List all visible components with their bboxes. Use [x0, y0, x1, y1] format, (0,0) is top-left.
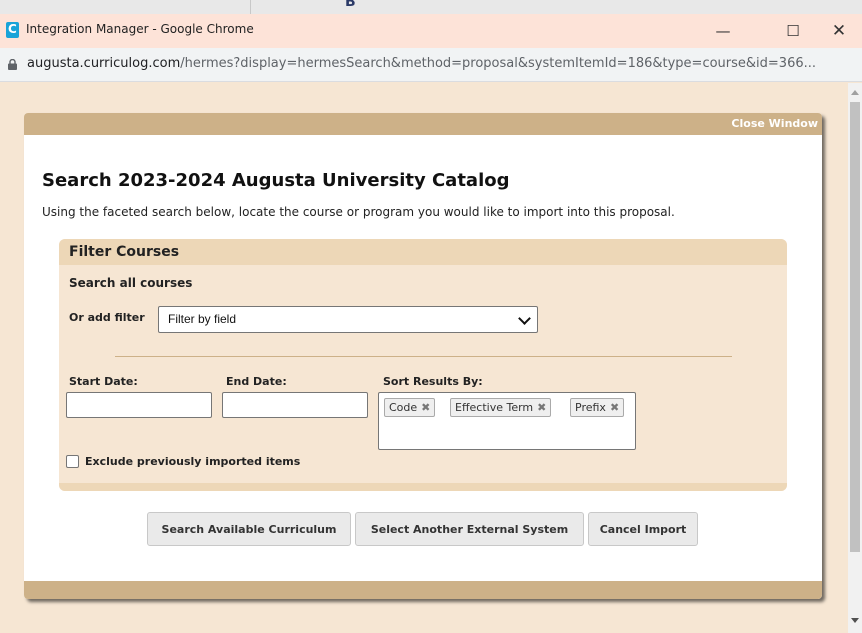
add-filter-label: Or add filter	[69, 311, 145, 324]
scroll-down-arrow-icon[interactable]	[851, 618, 859, 623]
address-bar[interactable]: augusta.curriculog.com/hermes?display=he…	[0, 48, 862, 82]
background-divider	[250, 0, 251, 14]
minimize-button[interactable]: —	[700, 14, 746, 48]
scrollbar-thumb[interactable]	[850, 102, 860, 552]
filter-courses-panel: Filter Courses Search all courses Or add…	[59, 239, 787, 491]
window-titlebar[interactable]: C Integration Manager - Google Chrome — …	[0, 14, 862, 48]
chevron-down-icon	[518, 312, 531, 325]
background-glyph: B	[345, 0, 356, 10]
sort-tag-label: Code	[389, 401, 418, 414]
page-title: Search 2023-2024 Augusta University Cata…	[42, 170, 510, 191]
close-window-link[interactable]: Close Window	[731, 117, 818, 130]
sort-tag-label: Effective Term	[455, 401, 534, 414]
search-all-courses-link[interactable]: Search all courses	[69, 276, 192, 290]
import-modal: Close Window Search 2023-2024 Augusta Un…	[24, 113, 822, 599]
cancel-import-button[interactable]: Cancel Import	[588, 512, 698, 546]
modal-header: Close Window	[24, 113, 822, 135]
remove-tag-icon[interactable]: ✖	[537, 401, 546, 414]
page-description: Using the faceted search below, locate t…	[42, 205, 675, 219]
maximize-button[interactable]: ☐	[770, 14, 816, 48]
filter-select-value: Filter by field	[168, 312, 237, 326]
sort-results-box[interactable]: Code ✖ Effective Term ✖ Prefix ✖	[378, 392, 636, 450]
lock-icon	[8, 59, 17, 70]
remove-tag-icon[interactable]: ✖	[421, 401, 430, 414]
scroll-up-arrow-icon[interactable]	[851, 90, 859, 95]
url-path: /hermes?display=hermesSearch&method=prop…	[180, 56, 817, 71]
url-text[interactable]: augusta.curriculog.com/hermes?display=he…	[27, 56, 857, 71]
close-button[interactable]: ✕	[816, 14, 862, 48]
start-date-input[interactable]	[66, 392, 212, 418]
exclude-imported-checkbox[interactable]	[66, 455, 79, 468]
filter-panel-header: Filter Courses	[59, 239, 787, 265]
app-icon-letter: C	[8, 22, 17, 36]
sort-tag-prefix[interactable]: Prefix ✖	[570, 398, 625, 417]
modal-footer	[24, 581, 822, 599]
background-window-strip: B	[0, 0, 862, 14]
search-available-curriculum-button[interactable]: Search Available Curriculum	[147, 512, 351, 546]
remove-tag-icon[interactable]: ✖	[610, 401, 619, 414]
sort-tag-effective-term[interactable]: Effective Term ✖	[450, 398, 552, 417]
exclude-imported-label[interactable]: Exclude previously imported items	[85, 455, 300, 468]
window-title: Integration Manager - Google Chrome	[26, 22, 254, 36]
sort-tag-code[interactable]: Code ✖	[384, 398, 436, 417]
filter-divider	[115, 356, 732, 357]
sort-results-label: Sort Results By:	[383, 375, 483, 388]
end-date-label: End Date:	[226, 375, 287, 388]
start-date-label: Start Date:	[69, 375, 138, 388]
select-another-system-button[interactable]: Select Another External System	[355, 512, 584, 546]
curriculog-app-icon: C	[6, 22, 19, 38]
sort-tag-label: Prefix	[575, 401, 606, 414]
filter-panel-title: Filter Courses	[69, 244, 180, 260]
url-host: augusta.curriculog.com	[27, 56, 181, 71]
filter-panel-footer	[59, 483, 787, 491]
filter-by-field-select[interactable]: Filter by field	[158, 306, 538, 333]
end-date-input[interactable]	[222, 392, 368, 418]
